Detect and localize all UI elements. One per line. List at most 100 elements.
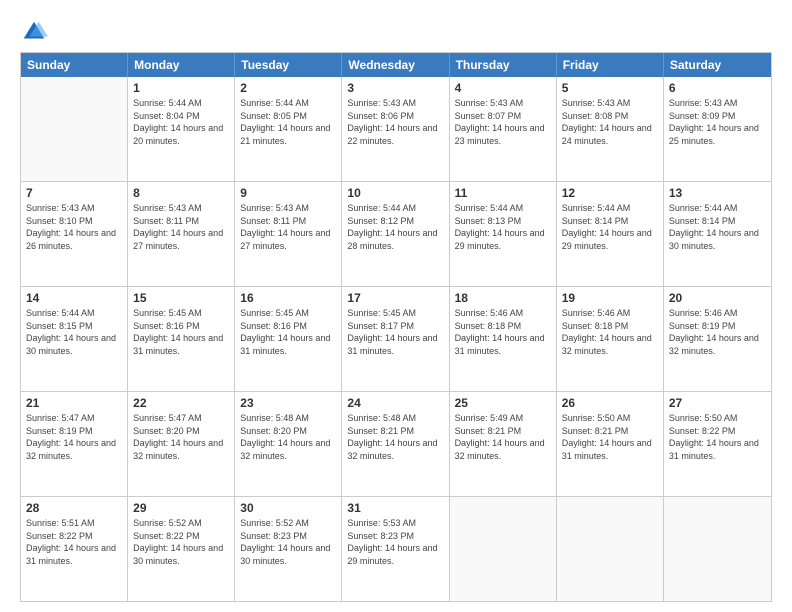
day-info: Sunrise: 5:45 AMSunset: 8:16 PMDaylight:… — [240, 307, 336, 357]
calendar-body: 1Sunrise: 5:44 AMSunset: 8:04 PMDaylight… — [21, 77, 771, 601]
day-info: Sunrise: 5:52 AMSunset: 8:23 PMDaylight:… — [240, 517, 336, 567]
day-number: 20 — [669, 290, 766, 306]
logo-icon — [20, 18, 48, 46]
calendar-day-25: 25Sunrise: 5:49 AMSunset: 8:21 PMDayligh… — [450, 392, 557, 496]
calendar-day-7: 7Sunrise: 5:43 AMSunset: 8:10 PMDaylight… — [21, 182, 128, 286]
day-number: 18 — [455, 290, 551, 306]
calendar-day-19: 19Sunrise: 5:46 AMSunset: 8:18 PMDayligh… — [557, 287, 664, 391]
calendar-day-21: 21Sunrise: 5:47 AMSunset: 8:19 PMDayligh… — [21, 392, 128, 496]
calendar-day-4: 4Sunrise: 5:43 AMSunset: 8:07 PMDaylight… — [450, 77, 557, 181]
day-info: Sunrise: 5:44 AMSunset: 8:12 PMDaylight:… — [347, 202, 443, 252]
day-info: Sunrise: 5:47 AMSunset: 8:19 PMDaylight:… — [26, 412, 122, 462]
header — [20, 18, 772, 46]
day-number: 5 — [562, 80, 658, 96]
calendar-day-15: 15Sunrise: 5:45 AMSunset: 8:16 PMDayligh… — [128, 287, 235, 391]
day-number: 30 — [240, 500, 336, 516]
day-number: 19 — [562, 290, 658, 306]
day-number: 24 — [347, 395, 443, 411]
day-info: Sunrise: 5:46 AMSunset: 8:19 PMDaylight:… — [669, 307, 766, 357]
day-info: Sunrise: 5:44 AMSunset: 8:14 PMDaylight:… — [669, 202, 766, 252]
calendar-day-28: 28Sunrise: 5:51 AMSunset: 8:22 PMDayligh… — [21, 497, 128, 601]
day-number: 2 — [240, 80, 336, 96]
day-number: 14 — [26, 290, 122, 306]
calendar-day-23: 23Sunrise: 5:48 AMSunset: 8:20 PMDayligh… — [235, 392, 342, 496]
calendar-day-12: 12Sunrise: 5:44 AMSunset: 8:14 PMDayligh… — [557, 182, 664, 286]
day-info: Sunrise: 5:47 AMSunset: 8:20 PMDaylight:… — [133, 412, 229, 462]
calendar-day-26: 26Sunrise: 5:50 AMSunset: 8:21 PMDayligh… — [557, 392, 664, 496]
calendar-day-27: 27Sunrise: 5:50 AMSunset: 8:22 PMDayligh… — [664, 392, 771, 496]
calendar-week-4: 21Sunrise: 5:47 AMSunset: 8:19 PMDayligh… — [21, 392, 771, 497]
calendar-day-5: 5Sunrise: 5:43 AMSunset: 8:08 PMDaylight… — [557, 77, 664, 181]
day-info: Sunrise: 5:43 AMSunset: 8:08 PMDaylight:… — [562, 97, 658, 147]
day-info: Sunrise: 5:44 AMSunset: 8:14 PMDaylight:… — [562, 202, 658, 252]
calendar-header-day-friday: Friday — [557, 53, 664, 77]
day-info: Sunrise: 5:43 AMSunset: 8:07 PMDaylight:… — [455, 97, 551, 147]
calendar-header-day-saturday: Saturday — [664, 53, 771, 77]
calendar-empty-cell — [664, 497, 771, 601]
day-number: 12 — [562, 185, 658, 201]
day-number: 8 — [133, 185, 229, 201]
day-number: 15 — [133, 290, 229, 306]
calendar-week-3: 14Sunrise: 5:44 AMSunset: 8:15 PMDayligh… — [21, 287, 771, 392]
calendar-header-day-thursday: Thursday — [450, 53, 557, 77]
calendar-day-31: 31Sunrise: 5:53 AMSunset: 8:23 PMDayligh… — [342, 497, 449, 601]
day-number: 29 — [133, 500, 229, 516]
day-number: 22 — [133, 395, 229, 411]
calendar-day-11: 11Sunrise: 5:44 AMSunset: 8:13 PMDayligh… — [450, 182, 557, 286]
calendar-day-16: 16Sunrise: 5:45 AMSunset: 8:16 PMDayligh… — [235, 287, 342, 391]
day-info: Sunrise: 5:43 AMSunset: 8:11 PMDaylight:… — [133, 202, 229, 252]
calendar-header-day-sunday: Sunday — [21, 53, 128, 77]
day-info: Sunrise: 5:45 AMSunset: 8:17 PMDaylight:… — [347, 307, 443, 357]
day-info: Sunrise: 5:50 AMSunset: 8:22 PMDaylight:… — [669, 412, 766, 462]
day-number: 26 — [562, 395, 658, 411]
calendar-day-18: 18Sunrise: 5:46 AMSunset: 8:18 PMDayligh… — [450, 287, 557, 391]
day-info: Sunrise: 5:44 AMSunset: 8:15 PMDaylight:… — [26, 307, 122, 357]
calendar-day-24: 24Sunrise: 5:48 AMSunset: 8:21 PMDayligh… — [342, 392, 449, 496]
day-info: Sunrise: 5:49 AMSunset: 8:21 PMDaylight:… — [455, 412, 551, 462]
calendar-week-2: 7Sunrise: 5:43 AMSunset: 8:10 PMDaylight… — [21, 182, 771, 287]
calendar-page: SundayMondayTuesdayWednesdayThursdayFrid… — [0, 0, 792, 612]
calendar-empty-cell — [450, 497, 557, 601]
calendar-day-3: 3Sunrise: 5:43 AMSunset: 8:06 PMDaylight… — [342, 77, 449, 181]
day-info: Sunrise: 5:45 AMSunset: 8:16 PMDaylight:… — [133, 307, 229, 357]
calendar-empty-cell — [21, 77, 128, 181]
day-info: Sunrise: 5:48 AMSunset: 8:21 PMDaylight:… — [347, 412, 443, 462]
day-info: Sunrise: 5:43 AMSunset: 8:10 PMDaylight:… — [26, 202, 122, 252]
day-number: 11 — [455, 185, 551, 201]
day-info: Sunrise: 5:44 AMSunset: 8:05 PMDaylight:… — [240, 97, 336, 147]
calendar-empty-cell — [557, 497, 664, 601]
calendar-day-17: 17Sunrise: 5:45 AMSunset: 8:17 PMDayligh… — [342, 287, 449, 391]
day-number: 23 — [240, 395, 336, 411]
day-info: Sunrise: 5:46 AMSunset: 8:18 PMDaylight:… — [455, 307, 551, 357]
calendar-week-1: 1Sunrise: 5:44 AMSunset: 8:04 PMDaylight… — [21, 77, 771, 182]
calendar-header: SundayMondayTuesdayWednesdayThursdayFrid… — [21, 53, 771, 77]
calendar-day-14: 14Sunrise: 5:44 AMSunset: 8:15 PMDayligh… — [21, 287, 128, 391]
day-info: Sunrise: 5:46 AMSunset: 8:18 PMDaylight:… — [562, 307, 658, 357]
calendar-day-29: 29Sunrise: 5:52 AMSunset: 8:22 PMDayligh… — [128, 497, 235, 601]
day-number: 4 — [455, 80, 551, 96]
calendar-day-20: 20Sunrise: 5:46 AMSunset: 8:19 PMDayligh… — [664, 287, 771, 391]
day-info: Sunrise: 5:43 AMSunset: 8:11 PMDaylight:… — [240, 202, 336, 252]
calendar-day-8: 8Sunrise: 5:43 AMSunset: 8:11 PMDaylight… — [128, 182, 235, 286]
day-info: Sunrise: 5:52 AMSunset: 8:22 PMDaylight:… — [133, 517, 229, 567]
day-number: 25 — [455, 395, 551, 411]
calendar-day-2: 2Sunrise: 5:44 AMSunset: 8:05 PMDaylight… — [235, 77, 342, 181]
day-number: 10 — [347, 185, 443, 201]
calendar-day-30: 30Sunrise: 5:52 AMSunset: 8:23 PMDayligh… — [235, 497, 342, 601]
calendar-day-1: 1Sunrise: 5:44 AMSunset: 8:04 PMDaylight… — [128, 77, 235, 181]
day-number: 31 — [347, 500, 443, 516]
day-number: 27 — [669, 395, 766, 411]
calendar-day-9: 9Sunrise: 5:43 AMSunset: 8:11 PMDaylight… — [235, 182, 342, 286]
day-number: 1 — [133, 80, 229, 96]
day-number: 21 — [26, 395, 122, 411]
calendar-day-13: 13Sunrise: 5:44 AMSunset: 8:14 PMDayligh… — [664, 182, 771, 286]
day-number: 6 — [669, 80, 766, 96]
day-info: Sunrise: 5:43 AMSunset: 8:06 PMDaylight:… — [347, 97, 443, 147]
day-number: 13 — [669, 185, 766, 201]
day-info: Sunrise: 5:53 AMSunset: 8:23 PMDaylight:… — [347, 517, 443, 567]
day-number: 3 — [347, 80, 443, 96]
day-info: Sunrise: 5:48 AMSunset: 8:20 PMDaylight:… — [240, 412, 336, 462]
calendar-day-6: 6Sunrise: 5:43 AMSunset: 8:09 PMDaylight… — [664, 77, 771, 181]
day-number: 28 — [26, 500, 122, 516]
day-number: 9 — [240, 185, 336, 201]
